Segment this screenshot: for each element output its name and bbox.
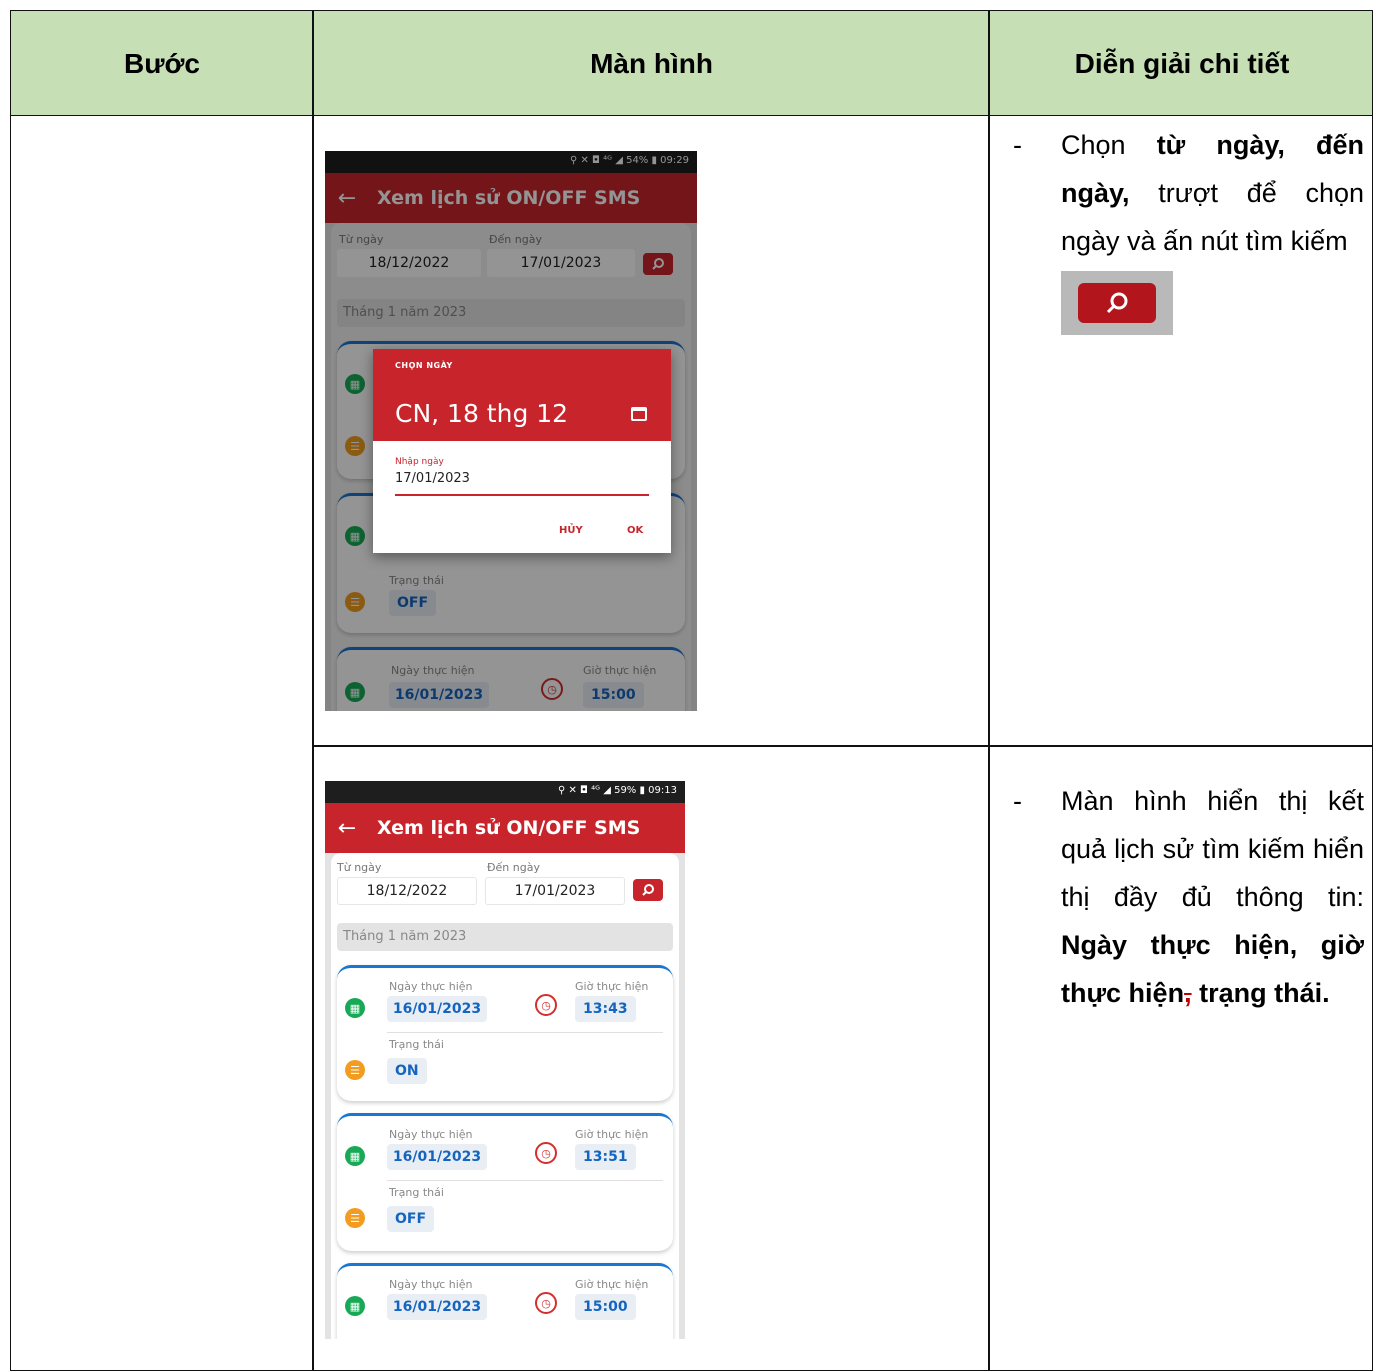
description-text: Chọn từ ngày, đến ngày, trượt để chọn ng… (1061, 130, 1364, 256)
content-panel: Từ ngày Đến ngày 18/12/2022 17/01/2023 T… (331, 853, 679, 1339)
search-button-preview (1061, 271, 1173, 335)
app-bar: ← Xem lịch sử ON/OFF SMS (325, 803, 685, 853)
calendar-icon[interactable] (631, 407, 647, 421)
input-underline (395, 494, 649, 496)
list-icon: ☰ (345, 1208, 365, 1228)
date-label: Ngày thực hiện (389, 1278, 473, 1291)
selected-date: CN, 18 thg 12 (395, 399, 569, 428)
column-divider (988, 11, 990, 1370)
dialog-caption: CHỌN NGÀY (395, 361, 453, 370)
date-label: Ngày thực hiện (389, 980, 473, 993)
time-label: Giờ thực hiện (575, 1278, 649, 1291)
month-header: Tháng 1 năm 2023 (337, 923, 673, 951)
clock-icon: ◷ (535, 1292, 557, 1314)
dialog-header: CHỌN NGÀY CN, 18 thg 12 (373, 349, 671, 441)
to-date-label: Đến ngày (487, 861, 540, 874)
search-button[interactable] (633, 879, 663, 901)
status-chip: ON (387, 1058, 427, 1084)
card-divider (387, 1032, 663, 1033)
date-input-label: Nhập ngày (395, 457, 444, 467)
history-card: Ngày thực hiện Giờ thực hiện ▦ 16/01/202… (337, 1263, 673, 1339)
date-chip: 16/01/2023 (387, 1294, 487, 1320)
ok-button[interactable]: OK (627, 525, 643, 536)
date-chip: 16/01/2023 (387, 1144, 487, 1170)
document-table: Bước Màn hình Diễn giải chi tiết ⚲ ✕ ◘ ⁴… (10, 10, 1373, 1371)
description-text: Màn hình hiển thị kết quả lịch sử tìm ki… (1061, 786, 1364, 1008)
time-chip: 15:00 (575, 1294, 636, 1320)
column-divider (312, 11, 314, 1370)
list-icon: ☰ (345, 1060, 365, 1080)
phone-screenshot-date-picker: ⚲ ✕ ◘ ⁴ᴳ ◢ 54% ▮ 09:29 ← Xem lịch sử ON/… (325, 151, 697, 711)
calendar-icon: ▦ (345, 1146, 365, 1166)
row-divider (312, 745, 1372, 747)
clock-icon: ◷ (535, 1142, 557, 1164)
header-screen: Màn hình (590, 47, 713, 79)
card-divider (387, 1180, 663, 1181)
calendar-icon: ▦ (345, 1296, 365, 1316)
time-chip: 13:51 (575, 1144, 636, 1170)
time-label: Giờ thực hiện (575, 980, 649, 993)
search-icon (642, 884, 654, 896)
header-step: Bước (124, 47, 200, 79)
date-picker-dialog: CHỌN NGÀY CN, 18 thg 12 Nhập ngày 17/01/… (373, 349, 671, 553)
description-step-2: - Màn hình hiển thị kết quả lịch sử tìm … (1001, 777, 1364, 1017)
time-chip: 13:43 (575, 996, 636, 1022)
bullet-dash: - (1013, 130, 1022, 160)
status-label: Trạng thái (389, 1186, 444, 1199)
screen-title: Xem lịch sử ON/OFF SMS (377, 817, 641, 839)
cancel-button[interactable]: HỦY (559, 525, 583, 536)
back-arrow-icon[interactable]: ← (325, 816, 369, 841)
history-card: Ngày thực hiện Giờ thực hiện ▦ 16/01/202… (337, 965, 673, 1101)
calendar-icon: ▦ (345, 998, 365, 1018)
date-input[interactable]: 17/01/2023 (395, 471, 470, 486)
description-step-1: - Chọn từ ngày, đến ngày, trượt để chọn … (1001, 121, 1364, 335)
table-header-row: Bước Màn hình Diễn giải chi tiết (11, 11, 1372, 116)
search-icon (1106, 292, 1128, 314)
phone-screenshot-history: ⚲ ✕ ◘ ⁴ᴳ ◢ 59% ▮ 09:13 ← Xem lịch sử ON/… (325, 781, 685, 1339)
history-card: Ngày thực hiện Giờ thực hiện ▦ 16/01/202… (337, 1113, 673, 1251)
clock-icon: ◷ (535, 994, 557, 1016)
from-date-label: Từ ngày (337, 861, 382, 874)
header-detail: Diễn giải chi tiết (1074, 47, 1290, 79)
from-date-field[interactable]: 18/12/2022 (337, 877, 477, 905)
to-date-field[interactable]: 17/01/2023 (485, 877, 625, 905)
date-label: Ngày thực hiện (389, 1128, 473, 1141)
status-chip: OFF (387, 1206, 435, 1232)
bullet-dash: - (1013, 786, 1022, 816)
status-bar: ⚲ ✕ ◘ ⁴ᴳ ◢ 59% ▮ 09:13 (325, 781, 685, 803)
status-label: Trạng thái (389, 1038, 444, 1051)
date-chip: 16/01/2023 (387, 996, 487, 1022)
time-label: Giờ thực hiện (575, 1128, 649, 1141)
